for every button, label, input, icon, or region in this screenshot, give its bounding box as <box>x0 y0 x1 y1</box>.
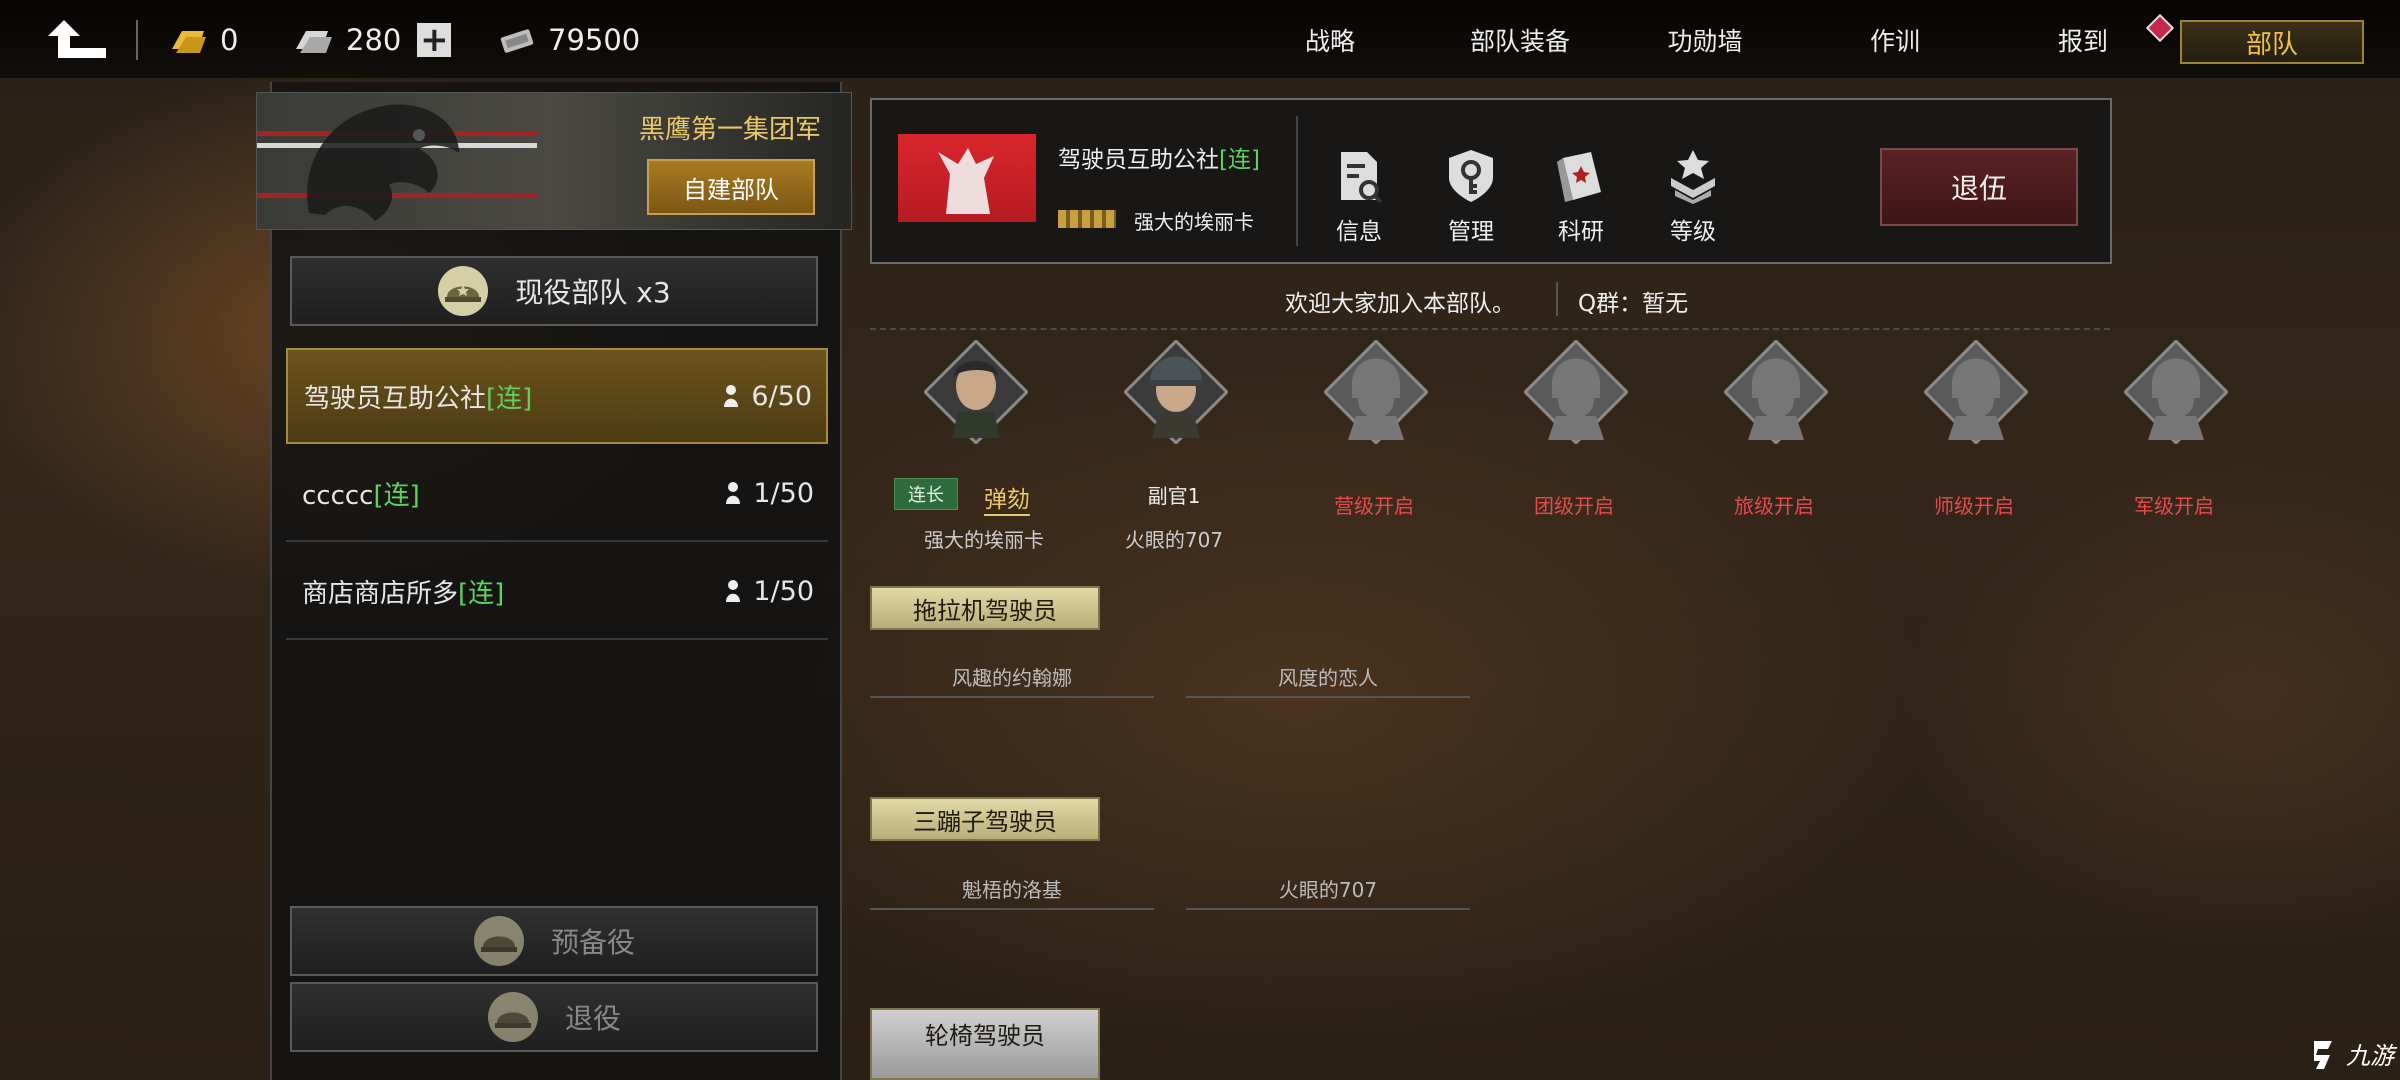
silver-resource: 280 + <box>292 18 452 62</box>
member-slot[interactable]: 魁梧的洛基 <box>870 868 1154 910</box>
watermark-logo: 九游 <box>2306 1036 2394 1071</box>
manage-button[interactable]: 管理 <box>1426 148 1516 248</box>
helmet-icon <box>487 992 538 1042</box>
divider <box>1296 116 1298 246</box>
unit-leader-name: 强大的埃丽卡 <box>1134 210 1254 234</box>
divider <box>136 20 138 60</box>
locked-slot-battalion: 营级开启 <box>1304 340 1444 540</box>
notification-dot <box>2145 13 2175 43</box>
wolf-emblem-icon <box>938 148 994 214</box>
locked-slot-regiment: 团级开启 <box>1504 340 1644 540</box>
person-icon <box>726 482 741 504</box>
rank-insignia-icon <box>1058 210 1116 228</box>
locked-silhouette-icon <box>1924 340 2028 444</box>
qq-group-info: Q群：暂无 <box>1578 291 1689 317</box>
nav-strategy[interactable]: 战略 <box>1280 18 1380 62</box>
eagle-emblem-icon <box>307 104 459 221</box>
reserve-label: 预备役 <box>550 926 635 959</box>
retired-label: 退役 <box>564 1002 621 1035</box>
unit-title: 驾驶员互助公社[连] <box>1058 147 1260 173</box>
locked-silhouette-icon <box>1324 340 1428 444</box>
logo-icon <box>2314 1040 2332 1069</box>
rank-star-icon <box>1671 150 1715 204</box>
adjutant-name: 火眼的707 <box>1124 528 1224 552</box>
retired-units-header[interactable]: 退役 <box>290 982 818 1052</box>
nav-equipment[interactable]: 部队装备 <box>1455 18 1585 62</box>
nav-report[interactable]: 报到 <box>2033 18 2133 62</box>
officer-adjutant[interactable]: 副官1 火眼的707 <box>1104 340 1244 552</box>
welcome-message: 欢迎大家加入本部队。 <box>1285 291 1515 317</box>
locked-slot-brigade: 旅级开启 <box>1704 340 1844 540</box>
unit-name: 驾驶员互助公社[连] <box>304 383 533 414</box>
nav-army-tab[interactable]: 部队 <box>2180 20 2364 64</box>
member-slot[interactable]: 风趣的约翰娜 <box>870 656 1154 698</box>
cash-amount: 79500 <box>548 23 641 57</box>
locked-label: 师级开启 <box>1934 494 2014 518</box>
quit-button[interactable]: 退伍 <box>1880 148 2078 226</box>
commander-badge: 连长 <box>894 478 958 510</box>
locked-label: 营级开启 <box>1334 494 1414 518</box>
research-button[interactable]: 科研 <box>1536 148 1626 248</box>
key-shield-icon <box>1449 150 1493 202</box>
group-banner: 黑鹰第一集团军 自建部队 <box>256 92 852 230</box>
unit-row[interactable]: 商店商店所多[连] 1/50 <box>286 544 828 640</box>
locked-label: 团级开启 <box>1534 494 1614 518</box>
nav-training[interactable]: 作训 <box>1845 18 1945 62</box>
active-units-label: 现役部队 x3 <box>515 276 671 309</box>
commander-portrait <box>924 340 1028 444</box>
unit-row[interactable]: 驾驶员互助公社[连] 6/50 <box>286 348 828 444</box>
reserve-units-header[interactable]: 预备役 <box>290 906 818 976</box>
impeach-button[interactable]: 弹劾 <box>984 480 1030 516</box>
back-button[interactable] <box>44 16 110 62</box>
add-silver-button[interactable]: + <box>417 23 452 57</box>
level-button[interactable]: 等级 <box>1648 148 1738 248</box>
section-header-tractor: 拖拉机驾驶员 <box>870 586 1100 630</box>
unit-row[interactable]: ccccc[连] 1/50 <box>286 446 828 542</box>
create-unit-button[interactable]: 自建部队 <box>647 159 815 215</box>
locked-silhouette-icon <box>1524 340 1628 444</box>
section-header-wheelchair: 轮椅驾驶员 <box>870 1008 1100 1080</box>
member-slot[interactable]: 风度的恋人 <box>1186 656 1470 698</box>
cash-resource: 79500 <box>498 18 640 62</box>
cash-icon <box>500 29 534 53</box>
unit-name: 商店商店所多[连] <box>302 578 505 609</box>
gold-resource: 0 <box>168 18 238 62</box>
group-name: 黑鹰第一集团军 <box>638 115 821 145</box>
officer-commander[interactable]: 连长 弹劾 强大的埃丽卡 <box>894 340 1044 552</box>
gold-bar-icon <box>172 31 206 53</box>
active-units-header[interactable]: 现役部队 x3 <box>290 256 818 326</box>
commander-name: 强大的埃丽卡 <box>924 528 1044 552</box>
document-search-icon <box>1341 152 1383 204</box>
person-icon <box>726 580 741 602</box>
member-slot[interactable]: 火眼的707 <box>1186 868 1470 910</box>
section-header-tricycle: 三蹦子驾驶员 <box>870 797 1100 841</box>
locked-label: 军级开启 <box>2134 494 2214 518</box>
adjutant-portrait <box>1124 340 1228 444</box>
person-icon <box>724 385 739 407</box>
locked-silhouette-icon <box>2124 340 2228 444</box>
dashed-divider <box>870 328 2110 330</box>
helmet-icon <box>473 916 524 966</box>
locked-slot-division: 师级开启 <box>1904 340 2044 540</box>
locked-label: 旅级开启 <box>1734 494 1814 518</box>
helmet-icon <box>438 266 489 316</box>
locked-slot-corps: 军级开启 <box>2104 340 2244 540</box>
info-button[interactable]: 信息 <box>1314 148 1404 248</box>
member-count: 6/50 <box>723 381 812 412</box>
divider <box>1556 282 1558 316</box>
unit-name: ccccc[连] <box>302 480 420 511</box>
silver-bar-icon <box>296 31 332 53</box>
unit-flag <box>898 134 1036 222</box>
book-icon <box>1557 152 1601 202</box>
back-arrow-icon <box>48 20 106 58</box>
member-count: 1/50 <box>725 478 814 509</box>
top-bar: 0 280 + 79500 战略 部队装备 功勋墙 作训 报到 部队 <box>0 0 2400 78</box>
locked-silhouette-icon <box>1724 340 1828 444</box>
silver-amount: 280 <box>346 23 402 57</box>
member-count: 1/50 <box>725 576 814 607</box>
nav-honor-wall[interactable]: 功勋墙 <box>1655 18 1755 62</box>
adjutant-title: 副官1 <box>1147 484 1201 508</box>
gold-amount: 0 <box>220 23 239 57</box>
